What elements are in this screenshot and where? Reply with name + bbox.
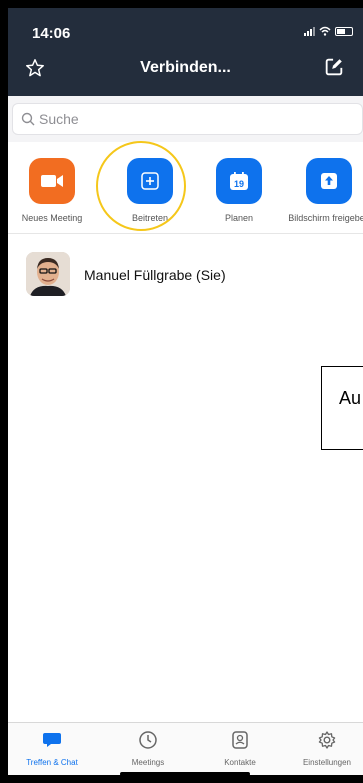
share-screen-button[interactable]: Bildschirm freigeben: [285, 142, 363, 223]
tab-contacts[interactable]: Kontakte: [196, 723, 284, 767]
join-label: Beitreten: [131, 213, 169, 223]
status-icons: [304, 26, 353, 36]
home-indicator: [120, 772, 250, 776]
search-area: [8, 96, 363, 142]
edit-icon[interactable]: [323, 56, 345, 78]
tab-settings-label: Einstellungen: [302, 758, 352, 767]
tab-settings[interactable]: Einstellungen: [283, 723, 363, 767]
tab-meetings-label: Meetings: [131, 758, 165, 767]
video-camera-icon: [29, 158, 75, 204]
annotation-text: Au: [339, 388, 362, 408]
share-screen-icon: [306, 158, 352, 204]
clock-icon: [139, 731, 157, 749]
new-meeting-button[interactable]: Neues Meeting: [8, 142, 96, 223]
new-meeting-label: Neues Meeting: [21, 213, 83, 223]
annotation-box: Au: [321, 366, 363, 450]
status-time: 14:06: [32, 25, 71, 42]
app-header: 14:06 Verbinden...: [8, 8, 363, 96]
signal-icon: [304, 26, 315, 36]
wifi-icon: [319, 26, 331, 36]
phone-frame: 14:06 Verbinden... Suche Neues Meeting B…: [0, 0, 363, 783]
battery-icon: [335, 26, 353, 36]
page-title: Verbinden...: [140, 59, 231, 76]
join-button[interactable]: Beitreten: [106, 142, 194, 223]
tab-meetings[interactable]: Meetings: [104, 723, 192, 767]
search-box[interactable]: [12, 103, 363, 135]
gear-icon: [318, 731, 336, 749]
contact-name: Manuel Füllgrabe (Sie): [84, 267, 226, 283]
schedule-button[interactable]: 19 Planen: [195, 142, 283, 223]
tab-meet-chat[interactable]: Treffen & Chat: [8, 723, 96, 767]
contact-row[interactable]: Manuel Füllgrabe (Sie): [8, 246, 363, 304]
search-input[interactable]: [39, 104, 339, 134]
plus-icon: [127, 158, 173, 204]
share-screen-label: Bildschirm freigeben: [288, 213, 363, 223]
search-icon: [21, 112, 35, 126]
calendar-icon: 19: [216, 158, 262, 204]
tab-contacts-label: Kontakte: [224, 758, 256, 767]
chat-icon: [43, 733, 61, 747]
quick-actions: Neues Meeting Beitreten 19 Planen Bildsc…: [8, 142, 363, 234]
contacts-icon: [232, 731, 248, 749]
calendar-day: 19: [234, 179, 244, 189]
tab-meet-chat-label: Treffen & Chat: [26, 758, 78, 767]
avatar: [26, 252, 70, 296]
schedule-label: Planen: [224, 213, 254, 223]
